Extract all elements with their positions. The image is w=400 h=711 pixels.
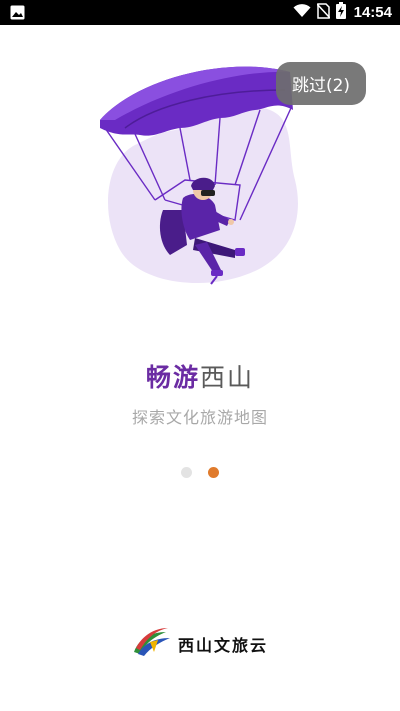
page-dot-active[interactable] xyxy=(208,467,219,478)
headline-rest: 西山 xyxy=(200,363,255,392)
subtitle: 探索文化旅游地图 xyxy=(131,408,268,427)
footer-logo: 西山文旅云 xyxy=(132,626,268,662)
headline: 畅游西山 xyxy=(0,358,400,394)
page-indicator xyxy=(0,467,400,478)
status-bar: 14:54 xyxy=(0,0,400,25)
parachute-illustration xyxy=(95,50,305,295)
headline-accent: 畅游 xyxy=(145,363,200,392)
skip-button[interactable]: 跳过(2) xyxy=(276,62,366,105)
page-dot[interactable] xyxy=(181,467,192,478)
status-time: 14:54 xyxy=(353,4,392,21)
brand-logo-icon xyxy=(132,626,172,662)
wifi-icon xyxy=(293,3,311,22)
image-notification-icon xyxy=(10,5,25,24)
no-sim-icon xyxy=(316,2,331,23)
battery-charging-icon xyxy=(335,2,346,23)
brand-logo-text: 西山文旅云 xyxy=(178,636,269,655)
